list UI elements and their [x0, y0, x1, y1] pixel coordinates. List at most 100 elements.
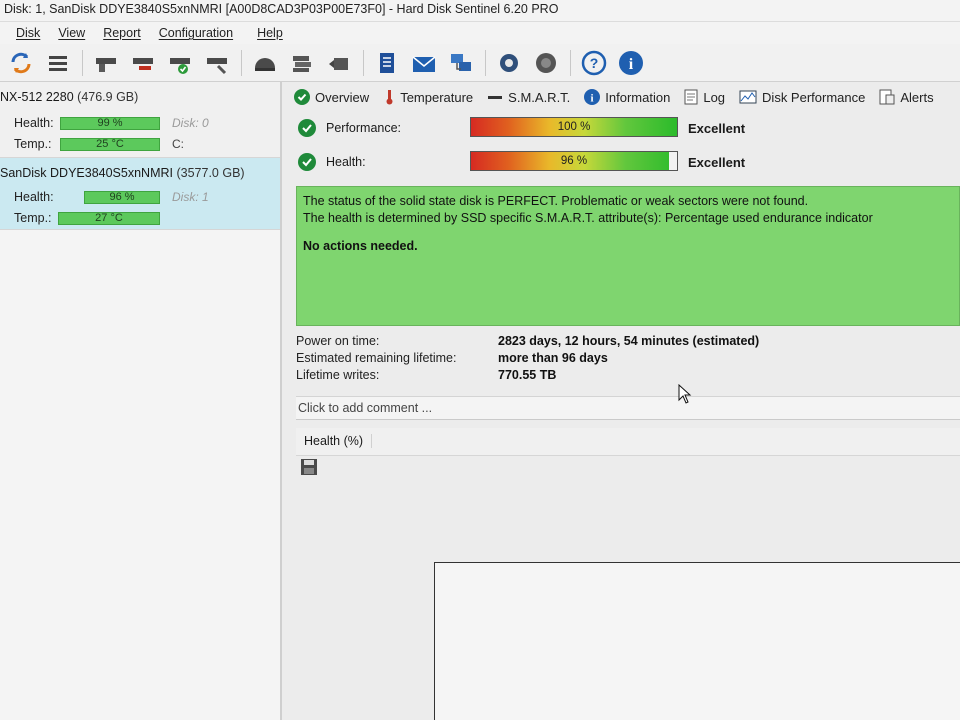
health-bar-remaining — [668, 152, 677, 170]
disk-name: NX-512 2280 (476.9 GB) — [0, 90, 138, 104]
disk-tools-icon[interactable] — [202, 48, 232, 78]
disk-model: SanDisk DDYE3840S5xnNMRI — [0, 166, 173, 180]
menu-bar: Disk View Report Configuration Help — [0, 22, 960, 44]
health-chart-area — [434, 562, 960, 720]
menu-disk[interactable]: Disk — [16, 26, 40, 40]
health-rating: Excellent — [688, 154, 746, 170]
disk-arrow-icon[interactable] — [324, 48, 354, 78]
smart-dash-icon — [487, 92, 503, 102]
health-label: Health: — [14, 116, 54, 130]
tab-label: Disk Performance — [762, 89, 866, 105]
disk-icon[interactable] — [91, 48, 121, 78]
settings-gear-icon[interactable] — [494, 48, 524, 78]
toolbar: ? i — [0, 44, 960, 82]
disk-name: SanDisk DDYE3840S5xnNMRI (3577.0 GB) — [0, 166, 245, 180]
check-circle-icon — [294, 89, 310, 105]
main-panel: Overview Temperature S.M.A.R.T. i Inform… — [284, 82, 960, 720]
info-row-lifetime-writes: Lifetime writes: 770.55 TB — [296, 368, 960, 385]
mouse-cursor-icon — [678, 383, 692, 407]
tab-label: Alerts — [900, 89, 934, 105]
disk-info-list: Power on time: 2823 days, 12 hours, 54 m… — [296, 334, 960, 385]
info-row-power-on: Power on time: 2823 days, 12 hours, 54 m… — [296, 334, 960, 351]
health-bar: 96 % — [470, 151, 678, 171]
alerts-page-icon — [879, 89, 895, 105]
tab-temperature[interactable]: Temperature — [383, 89, 473, 105]
temp-label: Temp.: — [14, 137, 52, 151]
temp-bar: 27 °C — [58, 212, 160, 225]
tab-alerts[interactable]: Alerts — [879, 89, 934, 105]
tab-label: S.M.A.R.T. — [508, 89, 571, 105]
menu-report[interactable]: Report — [103, 26, 141, 40]
tab-smart[interactable]: S.M.A.R.T. — [487, 90, 570, 105]
tab-label: Information — [605, 89, 671, 105]
status-actions: No actions needed. — [303, 239, 418, 253]
thermometer-icon — [383, 89, 395, 105]
tab-strip: Overview Temperature S.M.A.R.T. i Inform… — [294, 86, 948, 108]
disk-remove-icon[interactable] — [128, 48, 158, 78]
svg-text:?: ? — [590, 55, 599, 71]
info-key: Power on time: — [296, 334, 380, 348]
health-bar: 96 % — [84, 191, 160, 204]
disk-index: Disk: 0 — [172, 116, 209, 130]
disk-index: Disk: 1 — [172, 190, 209, 204]
hdd-dome-icon[interactable] — [250, 48, 280, 78]
tab-overview[interactable]: Overview — [294, 89, 369, 105]
tab-log[interactable]: Log — [684, 89, 725, 105]
disk-entry-1[interactable]: SanDisk DDYE3840S5xnNMRI (3577.0 GB) Hea… — [0, 158, 280, 230]
toolbar-separator — [570, 49, 571, 76]
status-message-box: The status of the solid state disk is PE… — [296, 186, 960, 326]
window-title: Disk: 1, SanDisk DDYE3840S5xnNMRI [A00D8… — [0, 0, 960, 22]
performance-label: Performance: — [326, 121, 402, 135]
info-row-remaining-lifetime: Estimated remaining lifetime: more than … — [296, 351, 960, 368]
check-circle-icon — [298, 119, 316, 137]
health-label: Health: — [14, 190, 54, 204]
toolbar-separator — [485, 49, 486, 76]
menu-icon[interactable] — [43, 48, 73, 78]
menu-view[interactable]: View — [58, 26, 85, 40]
performance-rating: Excellent — [688, 120, 746, 136]
tab-disk-performance[interactable]: Disk Performance — [739, 90, 865, 105]
disk-stack-icon[interactable] — [287, 48, 317, 78]
status-line-2: The health is determined by SSD specific… — [303, 211, 873, 225]
disk-size: (3577.0 GB) — [176, 166, 245, 180]
drive-letter: C: — [172, 137, 184, 151]
info-value: more than 96 days — [498, 351, 608, 365]
mail-icon[interactable] — [409, 48, 439, 78]
health-row: Health: 96 % Excellent — [298, 150, 745, 174]
disk-list-panel: NX-512 2280 (476.9 GB) Health: 99 % Disk… — [0, 82, 282, 720]
info-value: 770.55 TB — [498, 368, 557, 382]
alert-sound-icon[interactable] — [531, 48, 561, 78]
comment-field[interactable]: Click to add comment ... — [296, 396, 960, 420]
performance-row: Performance: 100 % Excellent — [298, 116, 745, 140]
refresh-icon[interactable] — [6, 48, 36, 78]
report-icon[interactable] — [372, 48, 402, 78]
temp-bar: 25 °C — [60, 138, 160, 151]
menu-configuration[interactable]: Configuration — [159, 26, 233, 40]
toolbar-separator — [363, 49, 364, 76]
health-value: 96 % — [560, 155, 588, 167]
help-icon[interactable]: ? — [579, 48, 609, 78]
health-chart-tab[interactable]: Health (%) — [304, 434, 373, 448]
tab-information[interactable]: i Information — [584, 89, 670, 105]
disk-check-icon[interactable] — [165, 48, 195, 78]
health-chart-header: Health (%) — [296, 428, 960, 456]
svg-text:i: i — [591, 93, 594, 105]
network-icon[interactable] — [446, 48, 476, 78]
save-icon[interactable] — [300, 458, 318, 479]
status-line-1: The status of the solid state disk is PE… — [303, 194, 809, 208]
info-icon: i — [584, 89, 601, 105]
performance-value: 100 % — [557, 121, 591, 133]
log-page-icon — [684, 89, 698, 105]
performance-bar: 100 % — [470, 117, 678, 137]
info-key: Lifetime writes: — [296, 368, 380, 382]
toolbar-separator — [82, 49, 83, 76]
disk-model: NX-512 2280 — [0, 90, 74, 104]
toolbar-separator — [241, 49, 242, 76]
info-icon[interactable]: i — [616, 48, 646, 78]
menu-help[interactable]: Help — [257, 26, 283, 40]
disk-size: (476.9 GB) — [77, 90, 139, 104]
health-label: Health: — [326, 155, 366, 169]
tab-label: Log — [703, 89, 726, 105]
disk-entry-0[interactable]: NX-512 2280 (476.9 GB) Health: 99 % Disk… — [0, 82, 280, 158]
svg-text:i: i — [629, 56, 634, 73]
